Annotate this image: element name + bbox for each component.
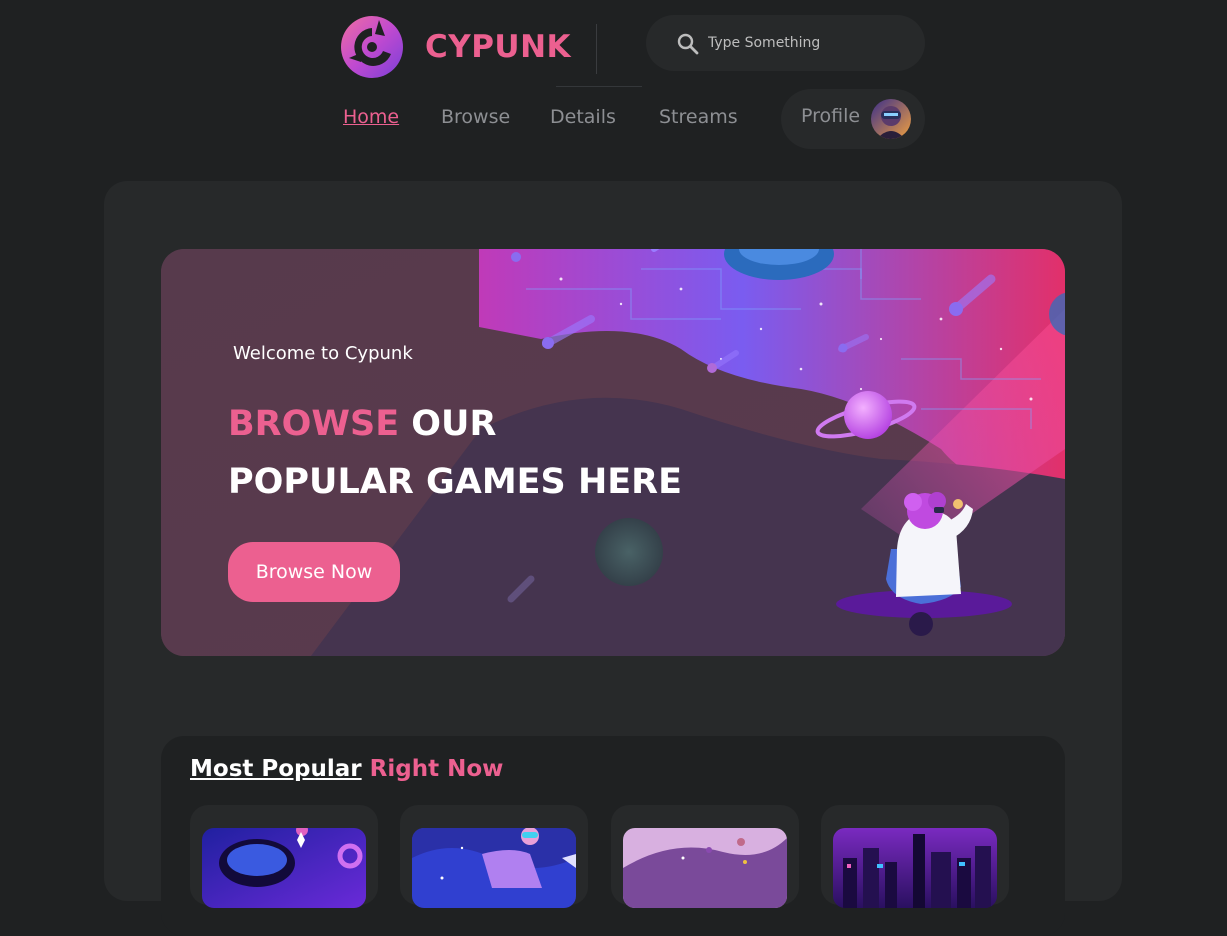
heading-em: Most Popular [190,756,362,782]
game-card[interactable] [190,805,378,908]
most-popular-section: Most Popular Right Now [161,736,1065,936]
neon-city-thumb [833,828,997,908]
cypunk-logo-icon [341,16,403,78]
logo[interactable]: CYPUNK [339,14,571,80]
section-heading: Most Popular Right Now [190,756,503,782]
nav-streams[interactable]: Streams [659,106,738,128]
profile-button[interactable]: Profile [781,89,925,149]
search-bar[interactable] [646,15,925,71]
banner-welcome: Welcome to Cypunk [233,343,413,364]
game-card[interactable] [400,805,588,908]
heading-accent: Right Now [369,756,504,782]
avatar [871,99,911,139]
search-icon [677,33,699,55]
game-card[interactable] [821,805,1009,908]
search-input[interactable] [706,30,906,56]
banner-title-accent: BROWSE [228,404,400,444]
galaxy-hair-thumb [623,828,787,908]
site-header: CYPUNK Home Browse Details Streams Profi… [0,0,1227,160]
banner-title: BROWSE OUR POPULAR GAMES HERE [228,395,682,511]
brand-name: CYPUNK [425,29,572,65]
hero-banner: Welcome to Cypunk BROWSE OUR POPULAR GAM… [161,249,1065,656]
header-divider-line [556,86,642,87]
header-divider [596,24,597,74]
nav-details[interactable]: Details [550,106,616,128]
banner-title-line2: POPULAR GAMES HERE [228,462,683,502]
game-card[interactable] [611,805,799,908]
nav-home[interactable]: Home [343,106,399,128]
nav-browse[interactable]: Browse [441,106,510,128]
main-nav: Home Browse Details Streams Profile [0,89,1227,150]
profile-label: Profile [801,105,861,127]
banner-title-rest: OUR [399,404,497,444]
space-girl-thumb [412,828,576,908]
vr-headset-thumb [202,828,366,908]
browse-now-button[interactable]: Browse Now [228,542,400,602]
